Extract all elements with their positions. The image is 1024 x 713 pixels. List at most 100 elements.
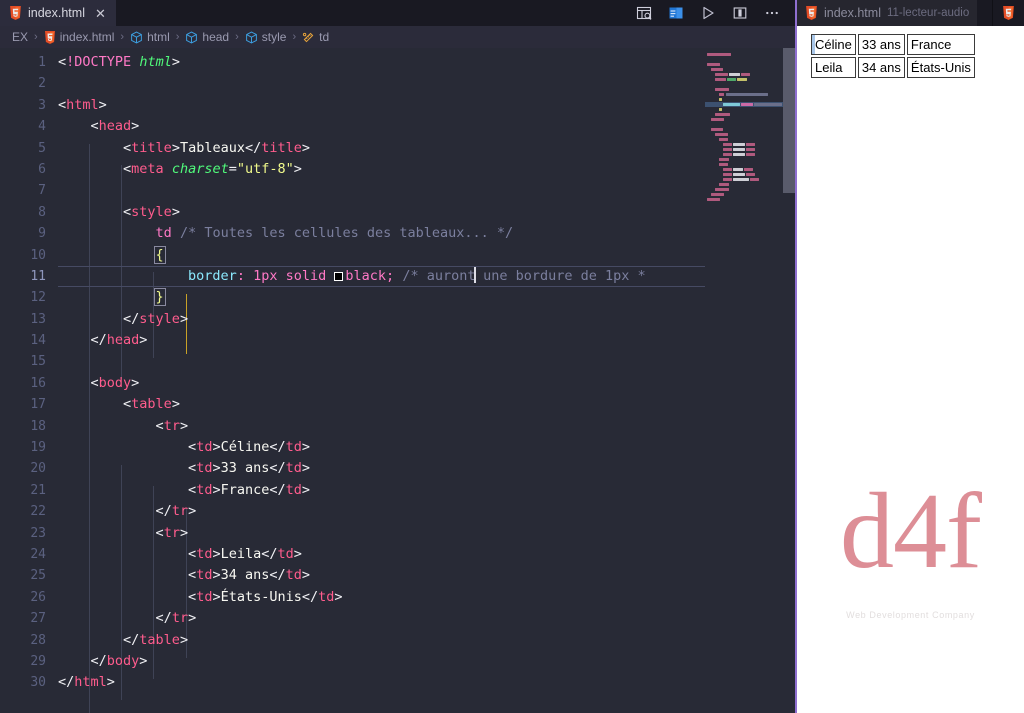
table-cell: États-Unis — [906, 57, 975, 78]
code-line-23: <tr> — [155, 524, 189, 541]
table-cell: Céline — [811, 34, 856, 55]
breadcrumb-label: EX — [12, 30, 29, 44]
breadcrumb-item-td[interactable]: td — [302, 30, 329, 44]
line-number: 20 — [30, 461, 46, 477]
code-line-18: <tr> — [155, 417, 189, 434]
line-number: 28 — [30, 632, 46, 648]
run-icon[interactable] — [699, 4, 717, 22]
line-number-active: 11 — [30, 268, 46, 284]
preview-content: Céline 33 ans France Leila 34 ans États-… — [797, 26, 1024, 713]
code-line-14: </head> — [90, 332, 148, 349]
breadcrumb-separator-icon: › — [175, 31, 180, 43]
line-number: 6 — [38, 161, 46, 177]
code-line-6: <meta charset="utf-8"> — [123, 160, 302, 177]
code-content[interactable]: <!DOCTYPE html> <html> <head> <title>Tab… — [58, 48, 705, 713]
line-number: 5 — [38, 140, 46, 156]
symbol-cube-icon — [185, 31, 198, 44]
line-number: 4 — [38, 119, 46, 135]
tab-secondary[interactable] — [992, 0, 1024, 26]
breadcrumb-separator-icon: › — [120, 31, 125, 43]
code-title-text: Tableaux — [179, 139, 245, 156]
line-number-gutter: 1 2 3 4 5 6 7 8 9 10 11 12 13 14 15 16 1… — [0, 48, 58, 713]
tab-preview-index-html[interactable]: index.html 11-lecteur-audio — [797, 0, 978, 26]
line-number: 26 — [30, 589, 46, 605]
code-line-17: <table> — [123, 396, 180, 413]
line-number: 10 — [30, 247, 46, 263]
code-line-1: <!DOCTYPE html> — [58, 54, 180, 70]
breadcrumb: EX › index.html › html › head › style › … — [0, 26, 795, 48]
cell-text: Céline — [220, 439, 270, 456]
color-swatch-icon[interactable] — [334, 271, 344, 281]
code-line-22: </tr> — [155, 503, 197, 520]
tab-index-html[interactable]: index.html ✕ — [0, 0, 117, 26]
table-cell: 33 ans — [857, 34, 905, 55]
code-line-12: } — [58, 287, 705, 308]
breadcrumb-item-html[interactable]: html — [130, 30, 170, 44]
open-preview-to-the-side-icon[interactable] — [667, 4, 685, 22]
preview-tab-bar: index.html 11-lecteur-audio — [797, 0, 1024, 26]
table-cell: Leila — [811, 57, 856, 78]
preview-tab-title: index.html — [824, 6, 881, 20]
cell-text: 34 ans — [220, 567, 270, 584]
code-editor[interactable]: 1 2 3 4 5 6 7 8 9 10 11 12 13 14 15 16 1… — [0, 48, 795, 713]
symbol-ruler-icon — [302, 31, 315, 44]
line-number: 9 — [38, 226, 46, 242]
line-number: 3 — [38, 97, 46, 113]
code-line-16: <body> — [90, 374, 140, 391]
line-number: 19 — [30, 440, 46, 456]
close-icon[interactable]: ✕ — [95, 7, 106, 20]
code-line-11: border: 1px solid black; /* auront une b… — [58, 265, 705, 288]
scrollbar-thumb[interactable] — [783, 48, 795, 193]
line-number: 17 — [30, 397, 46, 413]
line-number: 27 — [30, 611, 46, 627]
line-number: 30 — [30, 675, 46, 691]
breadcrumb-separator-icon: › — [292, 31, 297, 43]
code-line-19: <td>Céline</td> — [188, 439, 311, 456]
css-comment-b: une bordure de 1px * — [474, 267, 646, 284]
watermark: d4f Web Development Company — [797, 478, 1024, 620]
breadcrumb-item-head[interactable]: head — [185, 30, 229, 44]
split-editor-icon[interactable] — [731, 4, 749, 22]
line-number: 14 — [30, 333, 46, 349]
code-line-10: { — [58, 245, 705, 266]
tab-label: index.html — [28, 6, 85, 20]
code-line-29: </body> — [90, 652, 148, 669]
line-number: 13 — [30, 311, 46, 327]
css-comment-a: /* auront — [402, 267, 476, 284]
line-number: 25 — [30, 568, 46, 584]
code-line-3: <html> — [58, 96, 107, 113]
html5-icon — [805, 6, 818, 20]
symbol-cube-icon — [245, 31, 258, 44]
line-number: 15 — [30, 354, 46, 370]
breadcrumb-item-ex[interactable]: EX — [12, 30, 28, 44]
table-cell: France — [906, 34, 975, 55]
code-line-26: <td>États-Unis</td> — [188, 588, 343, 605]
close-brace: } — [153, 288, 166, 307]
code-line-30: </html> — [58, 674, 115, 691]
table-row: Leila 34 ans États-Unis — [811, 57, 975, 78]
open-preview-icon[interactable] — [635, 4, 653, 22]
rendered-table: Céline 33 ans France Leila 34 ans États-… — [809, 32, 977, 80]
html5-icon — [1002, 6, 1015, 20]
editor-scrollbar[interactable] — [783, 48, 795, 713]
preview-tab-subtitle: 11-lecteur-audio — [886, 7, 970, 19]
editor-actions — [625, 0, 795, 26]
code-line-13: </style> — [123, 310, 189, 327]
breadcrumb-item-style[interactable]: style — [245, 30, 286, 44]
minimap[interactable] — [705, 48, 783, 713]
code-line-5: <title>Tableaux</title> — [123, 139, 311, 156]
css-color-name: black — [345, 267, 387, 284]
line-number: 1 — [38, 55, 46, 70]
breadcrumb-label: index.html — [59, 30, 115, 44]
breadcrumb-item-index-html[interactable]: index.html — [44, 30, 115, 44]
more-actions-icon[interactable] — [763, 4, 781, 22]
vscode-window: index.html ✕ EX › index.html › html › he… — [0, 0, 1024, 713]
css-value: 1px solid — [253, 267, 327, 284]
open-brace: { — [153, 245, 166, 264]
table-cell: 34 ans — [857, 57, 905, 78]
code-line-28: </table> — [123, 631, 189, 648]
line-number: 23 — [30, 525, 46, 541]
